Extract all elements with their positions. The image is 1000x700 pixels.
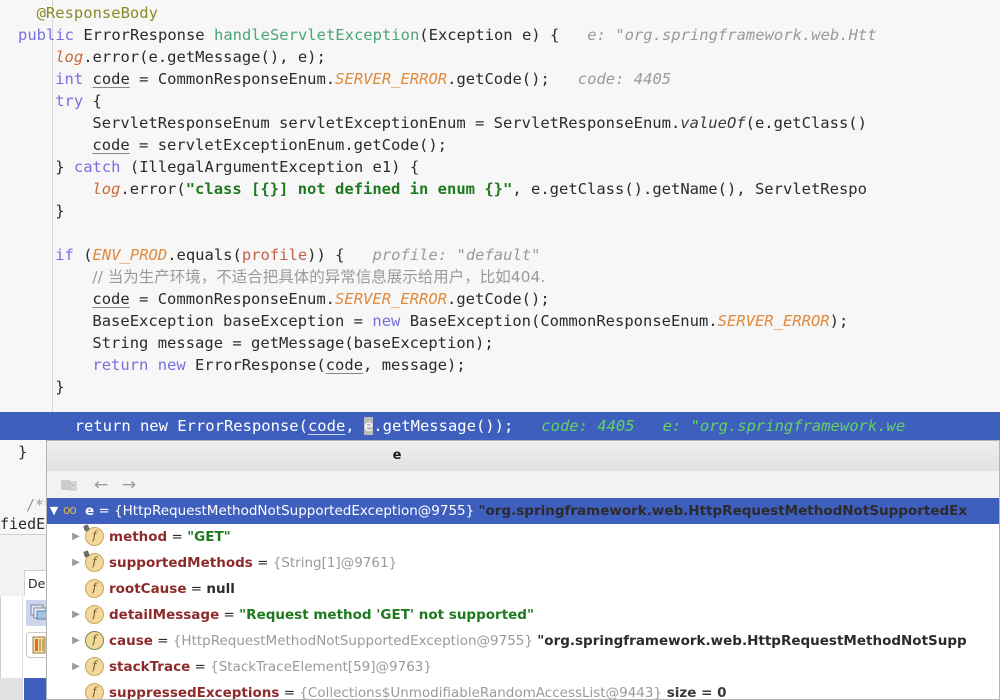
code-line: @ResponseBody [36,4,158,22]
twisty-collapsed-icon[interactable]: ▶ [69,550,83,576]
variable-tostring: "org.springframework.web.HttpRequestMeth… [537,633,967,649]
variable-row[interactable]: ▶ f stackTrace = {StackTraceElement[59]@97… [47,654,999,680]
variables-icon [32,636,46,654]
code-line: try { [55,92,102,110]
forward-arrow-icon[interactable]: → [119,475,139,495]
equals-sign: = [167,529,188,545]
exec-line-text: return new ErrorResponse(code, e.getMess… [0,417,906,435]
variable-value: "GET" [187,529,231,545]
frames-button[interactable] [26,600,48,626]
twisty-collapsed-icon[interactable]: ▶ [69,524,83,550]
code-line: } [55,202,65,220]
variable-value: {HttpRequestMethodNotSupportedException@… [114,503,479,519]
variable-name: detailMessage [109,607,220,623]
frames-glyph-icon [61,480,77,491]
variables-tree[interactable]: ▼ oo e = {HttpRequestMethodNotSupportedExc… [47,498,999,699]
twisty-collapsed-icon[interactable]: ▶ [69,654,83,680]
variable-value: {HttpRequestMethodNotSupportedException@… [172,633,538,649]
variable-name: supportedMethods [109,555,253,571]
code-line: public ErrorResponse handleServletExcept… [18,26,877,44]
variable-name: rootCause [109,581,187,597]
equals-sign: = [190,659,211,675]
variable-row[interactable]: ▶ f supportedMethods = {String[1]@9761} [47,550,999,576]
code-line: return new ErrorResponse(code, message); [92,356,466,374]
variable-value: "Request method 'GET' not supported" [239,607,534,623]
variable-inspect-popup[interactable]: e ← → ▼ oo e = {HttpRequestMethodNotSuppor… [46,440,1000,700]
field-icon: f [85,656,104,676]
variable-value: null [206,581,235,597]
tool-window-footer [0,678,22,700]
equals-sign: = [279,685,300,699]
back-arrow-icon[interactable]: ← [91,475,111,495]
variables-button[interactable] [26,632,48,658]
equals-sign: = [94,503,115,519]
current-execution-line[interactable]: return new ErrorResponse(code, e.getMess… [0,412,1000,440]
tool-window-selection-strip [24,678,48,700]
field-final-icon: f [85,552,104,572]
variable-name: method [109,529,168,545]
variable-name: stackTrace [109,659,191,675]
javadoc-fragment: /**fiedExce [0,496,48,534]
code-line: int code = CommonResponseEnum.SERVER_ERR… [55,70,672,88]
tool-window-separator [0,534,48,535]
variable-row[interactable]: ▶ f detailMessage = "Request method 'GET' … [47,602,999,628]
code-line: log.error(e.getMessage(), e); [55,48,326,66]
debug-tool-window[interactable]: /**fiedExce De [0,496,48,700]
field-icon: f [85,604,104,624]
equals-sign: = [252,555,273,571]
variable-value: {StackTraceElement[59]@9763} [210,659,432,675]
popup-toolbar[interactable]: ← → [47,471,999,499]
twisty-collapsed-icon[interactable]: ▶ [69,628,83,654]
variable-name: e [85,503,95,519]
variable-value: {String[1]@9761} [272,555,398,571]
code-line: // 当为生产环境，不适合把具体的异常信息展示给用户，比如404. [92,268,546,286]
variable-row[interactable]: f rootCause = null [47,576,999,602]
popup-header: e [47,441,999,472]
equals-sign: = [152,633,173,649]
code-line: code = servletExceptionEnum.getCode(); [92,136,447,154]
variable-row[interactable]: ▼ oo e = {HttpRequestMethodNotSupportedExc… [47,498,999,524]
variable-name: suppressedExceptions [109,685,280,699]
popup-title: e [392,448,402,463]
twisty-collapsed-icon[interactable]: ▶ [69,602,83,628]
variable-tostring: "org.springframework.web.HttpRequestMeth… [478,503,968,519]
watch-glasses-icon: oo [63,503,77,517]
equals-sign: = [186,581,207,597]
variable-value: {Collections$UnmodifiableRandomAccessLis… [299,685,663,699]
collection-size: size = 0 [662,685,727,699]
code-line: log.error("class [{}] not defined in enu… [92,180,867,198]
code-line: if (ENV_PROD.equals(profile)) { profile:… [55,246,541,264]
twisty-expanded-icon[interactable]: ▼ [47,498,61,524]
frames-icon [30,604,48,620]
code-line: code = CommonResponseEnum.SERVER_ERROR.g… [92,290,550,308]
code-line: String message = getMessage(baseExceptio… [92,334,494,352]
show-frames-icon[interactable] [59,475,79,495]
field-final-icon: f [85,526,104,546]
tool-window-divider [22,596,23,700]
code-line: ServletResponseEnum servletExceptionEnum… [92,114,867,132]
code-line: } catch (IllegalArgumentException e1) { [55,158,420,176]
field-icon: f [85,682,104,699]
field-icon: f [85,578,104,598]
code-line: BaseException baseException = new BaseEx… [92,312,849,330]
variable-name: cause [109,633,153,649]
variable-row[interactable]: ▶ f method = "GET" [47,524,999,550]
code-line: } [55,378,65,396]
field-circled-icon: f [85,630,104,650]
debugger-tab[interactable]: De [24,570,48,596]
equals-sign: = [219,607,240,623]
variable-row[interactable]: f suppressedExceptions = {Collections$Unm… [47,680,999,699]
variable-row[interactable]: ▶ f cause = {HttpRequestMethodNotSupported… [47,628,999,654]
